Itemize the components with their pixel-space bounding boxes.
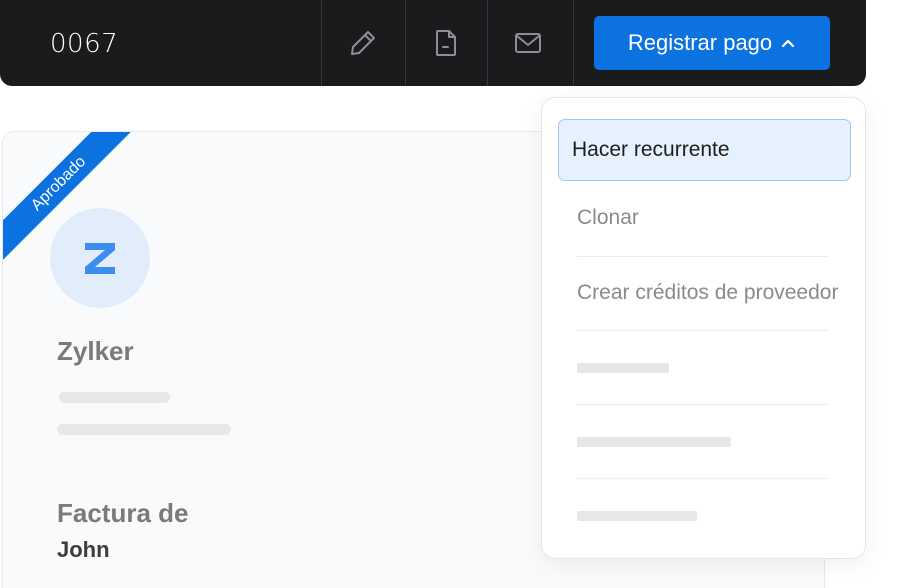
mail-icon <box>515 33 541 53</box>
toolbar-divider <box>573 0 574 86</box>
menu-item-label: Crear créditos de proveedor <box>577 281 839 304</box>
menu-divider <box>577 404 828 405</box>
menu-item-label: Hacer recurrente <box>572 138 730 161</box>
top-toolbar: 0067 Registrar pago <box>0 0 866 86</box>
document-number: 0067 <box>50 29 119 59</box>
menu-placeholder <box>577 363 669 373</box>
menu-placeholder <box>577 437 731 447</box>
edit-icon <box>351 31 375 55</box>
email-button[interactable] <box>488 0 568 86</box>
menu-divider <box>577 330 828 331</box>
toolbar-divider <box>321 0 322 86</box>
chevron-up-icon <box>782 39 795 48</box>
menu-placeholder <box>577 511 697 521</box>
record-payment-label: Registrar pago <box>627 30 773 55</box>
menu-divider <box>577 256 828 257</box>
menu-item-clone[interactable]: Clonar <box>558 187 851 249</box>
pdf-button[interactable] <box>406 0 486 86</box>
menu-item-label: Clonar <box>577 206 639 229</box>
zylker-logo-icon <box>85 243 115 274</box>
bill-from-value: John <box>57 537 110 562</box>
menu-divider <box>577 478 828 479</box>
placeholder-line <box>59 392 170 403</box>
menu-item-make-recurring[interactable]: Hacer recurrente <box>558 119 851 181</box>
company-name: Zylker <box>57 336 134 366</box>
placeholder-line <box>57 424 231 435</box>
edit-button[interactable] <box>323 0 403 86</box>
menu-item-create-vendor-credits[interactable]: Crear créditos de proveedor <box>558 262 851 324</box>
record-payment-button[interactable]: Registrar pago <box>594 16 830 70</box>
bill-from-label: Factura de <box>57 498 189 528</box>
payment-dropdown-menu: Hacer recurrente Clonar Crear créditos d… <box>541 97 866 559</box>
avatar <box>50 208 150 308</box>
pdf-file-icon <box>436 30 456 56</box>
